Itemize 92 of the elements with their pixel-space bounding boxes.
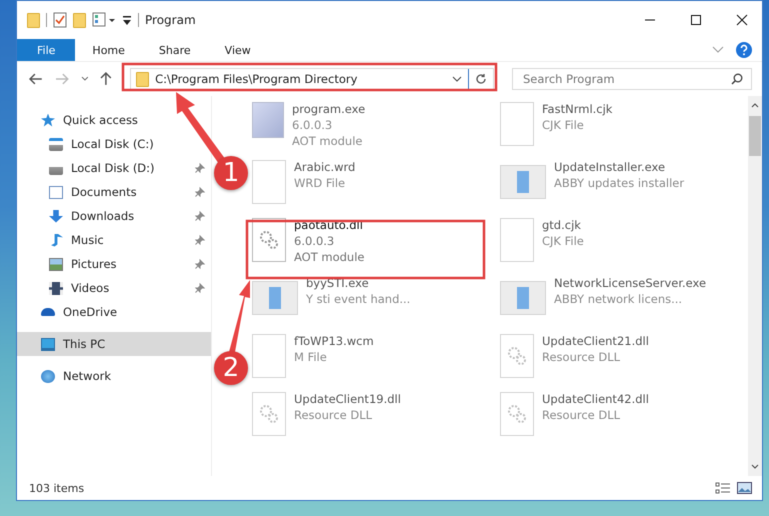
scrollbar[interactable] <box>748 96 762 476</box>
blank-file-icon <box>252 334 286 378</box>
pin-icon[interactable] <box>195 163 205 173</box>
sidebar-item[interactable]: This PC <box>17 332 211 356</box>
file-name[interactable]: program.exe <box>292 102 366 116</box>
sidebar-item[interactable]: OneDrive <box>17 300 211 324</box>
pin-icon[interactable] <box>195 187 205 197</box>
file-name[interactable]: NetworkLicenseServer.exe <box>554 276 706 290</box>
sidebar-item[interactable]: Videos <box>17 276 211 300</box>
details-view-icon[interactable] <box>715 482 731 494</box>
file-detail: CJK File <box>542 118 585 132</box>
search-field[interactable]: Search Program <box>512 68 752 90</box>
back-arrow-icon[interactable] <box>29 73 43 85</box>
sidebar-item[interactable]: Quick access <box>17 108 211 132</box>
file-name[interactable]: UpdateClient21.dll <box>542 334 649 348</box>
sidebar-item[interactable]: Local Disk (D:) <box>17 156 211 180</box>
file-name[interactable]: byySTI.exe <box>306 276 410 290</box>
file-detail: 6.0.0.3 <box>292 118 334 132</box>
pin-icon[interactable] <box>195 283 205 293</box>
callout-arrow <box>176 92 226 164</box>
up-arrow-icon[interactable] <box>100 72 112 86</box>
address-bar[interactable]: C:\Program Files\Program Directory <box>130 68 494 90</box>
file-name[interactable]: UpdateClient42.dll <box>542 392 649 406</box>
gear-file-icon <box>252 218 286 262</box>
file-detail: AOT module <box>292 134 364 148</box>
ribbon-tab[interactable]: Home <box>75 39 142 61</box>
file-name[interactable]: Arabic.wrd <box>294 160 356 174</box>
help-icon[interactable] <box>736 42 752 58</box>
blank-file-icon <box>500 102 534 146</box>
maximize-icon[interactable] <box>690 14 702 26</box>
gear-file-icon <box>500 334 534 378</box>
callout-arrow <box>229 280 250 352</box>
pictures-icon <box>49 258 63 270</box>
file-detail: AOT module <box>294 250 364 264</box>
videos-icon <box>49 282 63 294</box>
file-name[interactable]: UpdateInstaller.exe <box>554 160 684 174</box>
ribbon-tab[interactable]: File <box>17 39 76 61</box>
close-icon[interactable] <box>736 14 748 26</box>
chevron-down-icon[interactable] <box>712 46 724 54</box>
item-count: 103 items <box>29 482 84 494</box>
sidebar-item[interactable]: Music <box>17 228 211 252</box>
file-name[interactable]: fToWP13.wcm <box>294 334 374 348</box>
folder-icon <box>136 72 150 86</box>
window-file-icon <box>500 165 546 199</box>
sidebar-item[interactable]: Network <box>17 364 211 388</box>
pin-icon[interactable] <box>195 235 205 245</box>
recent-caret-icon[interactable] <box>80 76 88 82</box>
sidebar-item[interactable]: Local Disk (C:) <box>17 132 211 156</box>
pin-icon[interactable] <box>195 259 205 269</box>
window-file-icon <box>500 281 546 315</box>
sidebar-item[interactable]: Documents <box>17 180 211 204</box>
program-icon <box>252 102 284 138</box>
properties-icon[interactable] <box>53 12 67 28</box>
file-detail: CJK File <box>542 234 584 248</box>
pc-icon <box>41 338 55 350</box>
file-detail: ABBY updates installer <box>554 176 684 190</box>
scroll-down-icon[interactable] <box>751 464 759 470</box>
file-name[interactable]: paotauto.dll <box>294 218 364 232</box>
file-detail: Resource DLL <box>542 350 622 364</box>
cloud-icon <box>41 308 55 316</box>
sidebar-item[interactable]: Pictures <box>17 252 211 276</box>
file-detail: Y sti event hand... <box>306 292 410 306</box>
refresh-icon[interactable] <box>474 73 487 85</box>
file-name[interactable]: gtd.cjk <box>542 218 584 232</box>
ribbon-tab[interactable]: Share <box>142 39 208 61</box>
customize-caret-icon[interactable] <box>122 14 132 26</box>
view-options-icon[interactable] <box>92 12 116 28</box>
file-detail: M File <box>294 350 328 364</box>
window-file-icon <box>252 281 298 315</box>
drive-c-icon <box>49 138 63 150</box>
network-icon <box>41 370 55 382</box>
large-icons-view-icon[interactable] <box>737 482 752 494</box>
file-detail: ABBY network licens... <box>554 292 684 306</box>
blank-file-icon <box>252 160 286 204</box>
file-detail: Resource DLL <box>542 408 622 422</box>
ribbon-tab[interactable]: View <box>208 39 268 61</box>
search-icon <box>731 73 743 85</box>
scroll-thumb[interactable] <box>749 116 761 156</box>
gear-file-icon <box>252 392 286 436</box>
blank-file-icon <box>500 218 534 262</box>
pin-icon[interactable] <box>195 211 205 221</box>
file-detail: WRD File <box>294 176 346 190</box>
file-detail: Resource DLL <box>294 408 374 422</box>
dropdown-caret-icon[interactable] <box>452 76 462 82</box>
file-name[interactable]: UpdateClient19.dll <box>294 392 401 406</box>
file-detail: 6.0.0.3 <box>294 234 336 248</box>
gear-file-icon <box>500 392 534 436</box>
documents-icon <box>49 186 63 198</box>
file-name[interactable]: FastNrml.cjk <box>542 102 612 116</box>
sidebar-item[interactable]: Downloads <box>17 204 211 228</box>
window-title: Program <box>145 13 196 27</box>
scroll-up-icon[interactable] <box>751 102 759 108</box>
